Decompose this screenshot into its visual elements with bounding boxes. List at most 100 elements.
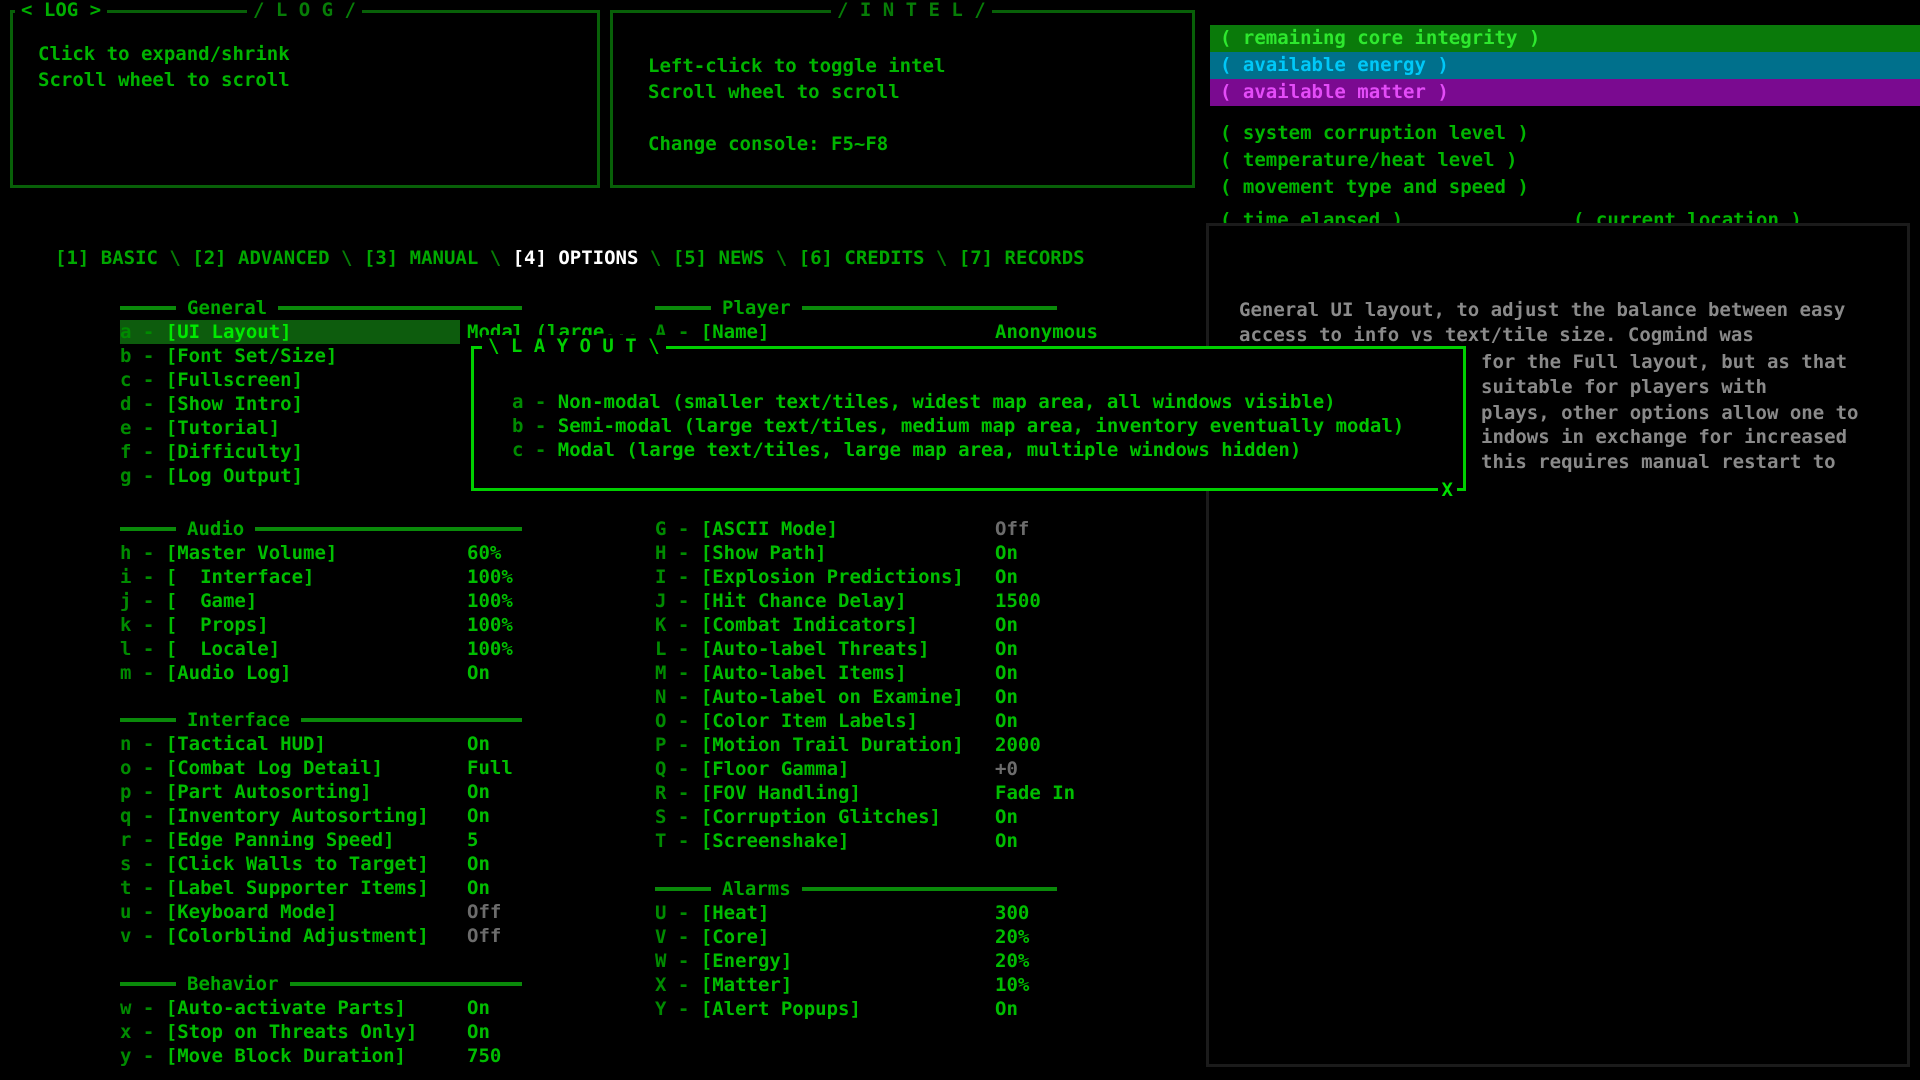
- log-tab[interactable]: < LOG >: [15, 0, 108, 21]
- option-row-O[interactable]: O - [Color Item Labels] On: [655, 709, 1018, 733]
- section-rule: [120, 718, 176, 722]
- option-row-l[interactable]: l - [ Locale] 100%: [120, 637, 513, 661]
- layout-option-text: Modal (large text/tiles, large map area,…: [557, 439, 1302, 461]
- option-row-x[interactable]: x - [Stop on Threats Only] On: [120, 1020, 490, 1044]
- option-row-j[interactable]: j - [ Game] 100%: [120, 589, 513, 613]
- layout-option-a[interactable]: a - Non-modal (smaller text/tiles, wides…: [512, 390, 1404, 414]
- option-hotkey: K -: [655, 614, 701, 636]
- option-row-t[interactable]: t - [Label Supporter Items] On: [120, 876, 490, 900]
- option-hotkey: k -: [120, 614, 166, 636]
- option-row-s[interactable]: s - [Click Walls to Target] On: [120, 852, 490, 876]
- option-row-G[interactable]: G - [ASCII Mode] Off: [655, 517, 1029, 541]
- option-label: [Move Block Duration]: [165, 1045, 406, 1067]
- option-value: 100%: [467, 566, 513, 588]
- option-row-H[interactable]: H - [Show Path] On: [655, 541, 1018, 565]
- option-hotkey: j -: [120, 590, 166, 612]
- option-row-V[interactable]: V - [Core] 20%: [655, 925, 1029, 949]
- option-label: [Show Intro]: [165, 393, 304, 415]
- option-value: Full: [467, 757, 513, 779]
- option-row-h[interactable]: h - [Master Volume] 60%: [120, 541, 501, 565]
- option-hotkey: o -: [120, 757, 166, 779]
- section-header: Alarms: [655, 877, 1057, 901]
- status-readout: ( movement type and speed ): [1220, 176, 1529, 198]
- option-hotkey: G -: [655, 518, 701, 540]
- option-row-f[interactable]: f - [Difficulty]: [120, 440, 460, 464]
- option-row-m[interactable]: m - [Audio Log] On: [120, 661, 490, 685]
- option-row-R[interactable]: R - [FOV Handling] Fade In: [655, 781, 1075, 805]
- layout-option-b[interactable]: b - Semi-modal (large text/tiles, medium…: [512, 414, 1404, 438]
- options-section-audio: Audio h - [Master Volume] 60% i - [ Interfa…: [120, 517, 522, 685]
- option-row-q[interactable]: q - [Inventory Autosorting] On: [120, 804, 490, 828]
- layout-option-c[interactable]: c - Modal (large text/tiles, large map a…: [512, 438, 1404, 462]
- options-section-behavior: Behavior w - [Auto-activate Parts] On x - […: [120, 972, 522, 1068]
- option-row-Q[interactable]: Q - [Floor Gamma] +0: [655, 757, 1018, 781]
- option-row-w[interactable]: w - [Auto-activate Parts] On: [120, 996, 490, 1020]
- option-row-b[interactable]: b - [Font Set/Size]: [120, 344, 460, 368]
- option-row-g[interactable]: g - [Log Output]: [120, 464, 460, 488]
- section-title: Behavior: [187, 973, 279, 995]
- modal-close-button[interactable]: X: [1437, 479, 1457, 501]
- option-row-X[interactable]: X - [Matter] 10%: [655, 973, 1029, 997]
- option-row-L[interactable]: L - [Auto-label Threats] On: [655, 637, 1018, 661]
- option-hotkey: J -: [655, 590, 701, 612]
- option-row-K[interactable]: K - [Combat Indicators] On: [655, 613, 1018, 637]
- option-value: On: [995, 614, 1018, 636]
- option-row-M[interactable]: M - [Auto-label Items] On: [655, 661, 1018, 685]
- option-hotkey: P -: [655, 734, 701, 756]
- option-label: [Color Item Labels]: [700, 710, 919, 732]
- option-value: 750: [467, 1045, 502, 1067]
- layout-modal-title: \ L A Y O U T \: [482, 335, 666, 357]
- option-row-r[interactable]: r - [Edge Panning Speed] 5: [120, 828, 478, 852]
- option-row-I[interactable]: I - [Explosion Predictions] On: [655, 565, 1018, 589]
- option-hotkey: n -: [120, 733, 166, 755]
- layout-option-hotkey: c -: [512, 439, 558, 461]
- option-label: [ Game]: [165, 590, 258, 612]
- option-value: On: [467, 781, 490, 803]
- option-row-d[interactable]: d - [Show Intro]: [120, 392, 460, 416]
- option-row-a[interactable]: a - [UI Layout] Modal (large...: [120, 320, 639, 344]
- option-hotkey: a -: [120, 321, 166, 343]
- option-row-S[interactable]: S - [Corruption Glitches] On: [655, 805, 1018, 829]
- tab--4-options[interactable]: [4] OPTIONS: [513, 247, 639, 269]
- option-row-v[interactable]: v - [Colorblind Adjustment] Off: [120, 924, 501, 948]
- option-row-A[interactable]: A - [Name] Anonymous: [655, 320, 1098, 344]
- option-row-Y[interactable]: Y - [Alert Popups] On: [655, 997, 1018, 1021]
- option-row-n[interactable]: n - [Tactical HUD] On: [120, 732, 490, 756]
- option-row-P[interactable]: P - [Motion Trail Duration] 2000: [655, 733, 1041, 757]
- section-header: Behavior: [120, 972, 522, 996]
- option-row-U[interactable]: U - [Heat] 300: [655, 901, 1029, 925]
- option-label: [Alert Popups]: [700, 998, 861, 1020]
- option-row-J[interactable]: J - [Hit Chance Delay] 1500: [655, 589, 1041, 613]
- option-row-c[interactable]: c - [Fullscreen]: [120, 368, 460, 392]
- option-row-o[interactable]: o - [Combat Log Detail] Full: [120, 756, 513, 780]
- option-label: [ASCII Mode]: [700, 518, 839, 540]
- option-row-T[interactable]: T - [Screenshake] On: [655, 829, 1018, 853]
- info-text-fragment: suitable for players with: [1481, 376, 1767, 398]
- option-hotkey: W -: [655, 950, 701, 972]
- option-hotkey: h -: [120, 542, 166, 564]
- layout-option-text: Semi-modal (large text/tiles, medium map…: [557, 415, 1405, 437]
- option-row-p[interactable]: p - [Part Autosorting] On: [120, 780, 490, 804]
- option-hotkey: m -: [120, 662, 166, 684]
- section-header: Audio: [120, 517, 522, 541]
- option-value: 2000: [995, 734, 1041, 756]
- option-value: 100%: [467, 638, 513, 660]
- option-hotkey: s -: [120, 853, 166, 875]
- option-row-W[interactable]: W - [Energy] 20%: [655, 949, 1029, 973]
- status-bar: ( available matter ): [1210, 79, 1920, 106]
- option-value: 300: [995, 902, 1030, 924]
- option-row-k[interactable]: k - [ Props] 100%: [120, 613, 513, 637]
- option-row-y[interactable]: y - [Move Block Duration] 750: [120, 1044, 501, 1068]
- option-row-e[interactable]: e - [Tutorial]: [120, 416, 460, 440]
- option-label: [Auto-label on Examine]: [700, 686, 964, 708]
- option-value: On: [467, 1021, 490, 1043]
- option-hotkey: f -: [120, 441, 166, 463]
- option-row-N[interactable]: N - [Auto-label on Examine] On: [655, 685, 1018, 709]
- option-row-i[interactable]: i - [ Interface] 100%: [120, 565, 513, 589]
- option-row-u[interactable]: u - [Keyboard Mode] Off: [120, 900, 501, 924]
- info-text-line: access to info vs text/tile size. Cogmin…: [1239, 324, 1754, 346]
- option-value: Off: [467, 901, 502, 923]
- section-title: Alarms: [722, 878, 791, 900]
- section-header: Player: [655, 296, 1057, 320]
- option-hotkey: O -: [655, 710, 701, 732]
